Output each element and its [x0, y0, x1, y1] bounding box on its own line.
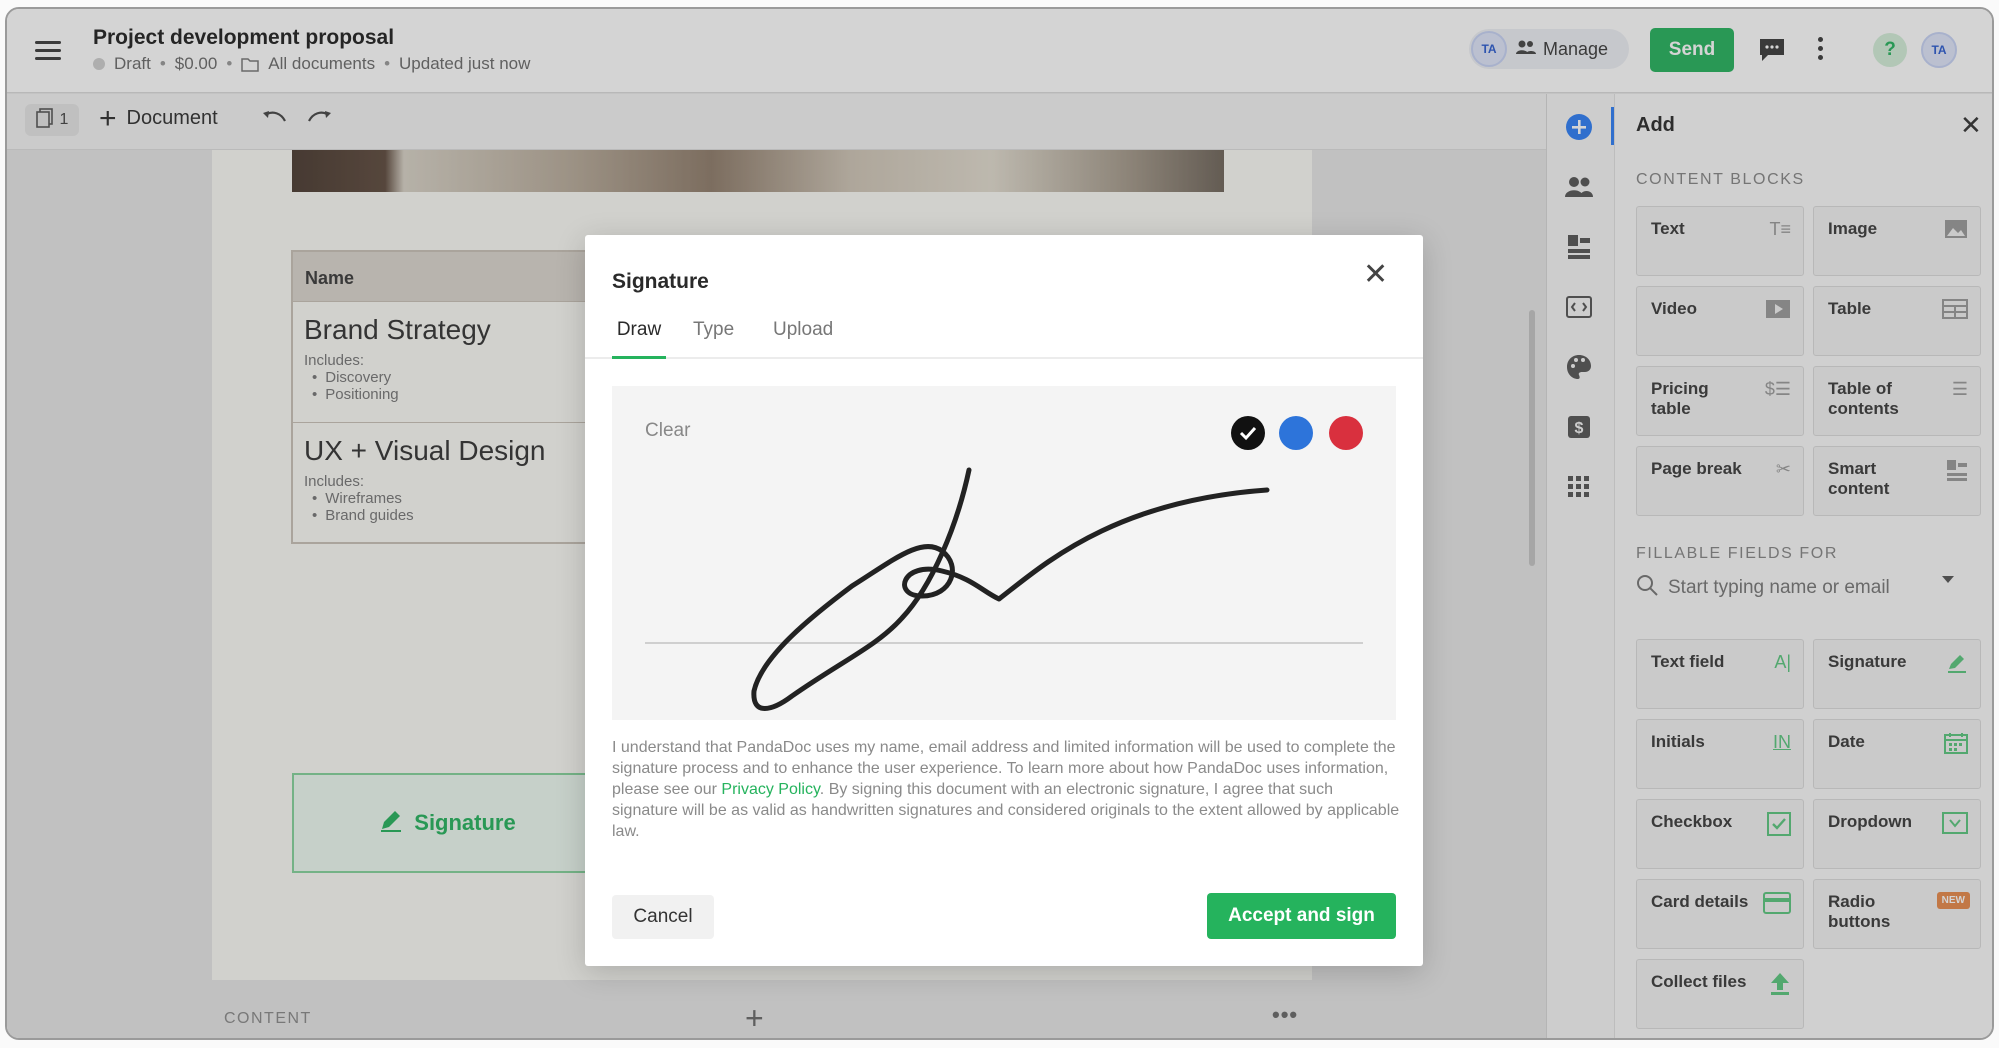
tab-upload[interactable]: Upload	[773, 319, 833, 359]
dialog-title: Signature	[612, 270, 709, 293]
close-icon[interactable]: ✕	[1363, 260, 1388, 290]
app-window: Name Brand Strategy Includes: Discovery …	[5, 7, 1994, 1040]
signature-dialog: Signature ✕ Draw Type Upload Clear I und…	[585, 235, 1423, 966]
signature-tabs: Draw Type Upload	[585, 319, 1423, 359]
tab-type[interactable]: Type	[693, 319, 734, 359]
accept-and-sign-button[interactable]: Accept and sign	[1207, 893, 1396, 939]
cancel-button[interactable]: Cancel	[612, 895, 714, 939]
consent-text: I understand that PandaDoc uses my name,…	[612, 737, 1402, 842]
privacy-policy-link[interactable]: Privacy Policy	[721, 781, 819, 798]
tab-draw[interactable]: Draw	[612, 319, 666, 359]
signature-canvas[interactable]: Clear	[612, 386, 1396, 720]
drawn-signature	[751, 467, 1270, 711]
